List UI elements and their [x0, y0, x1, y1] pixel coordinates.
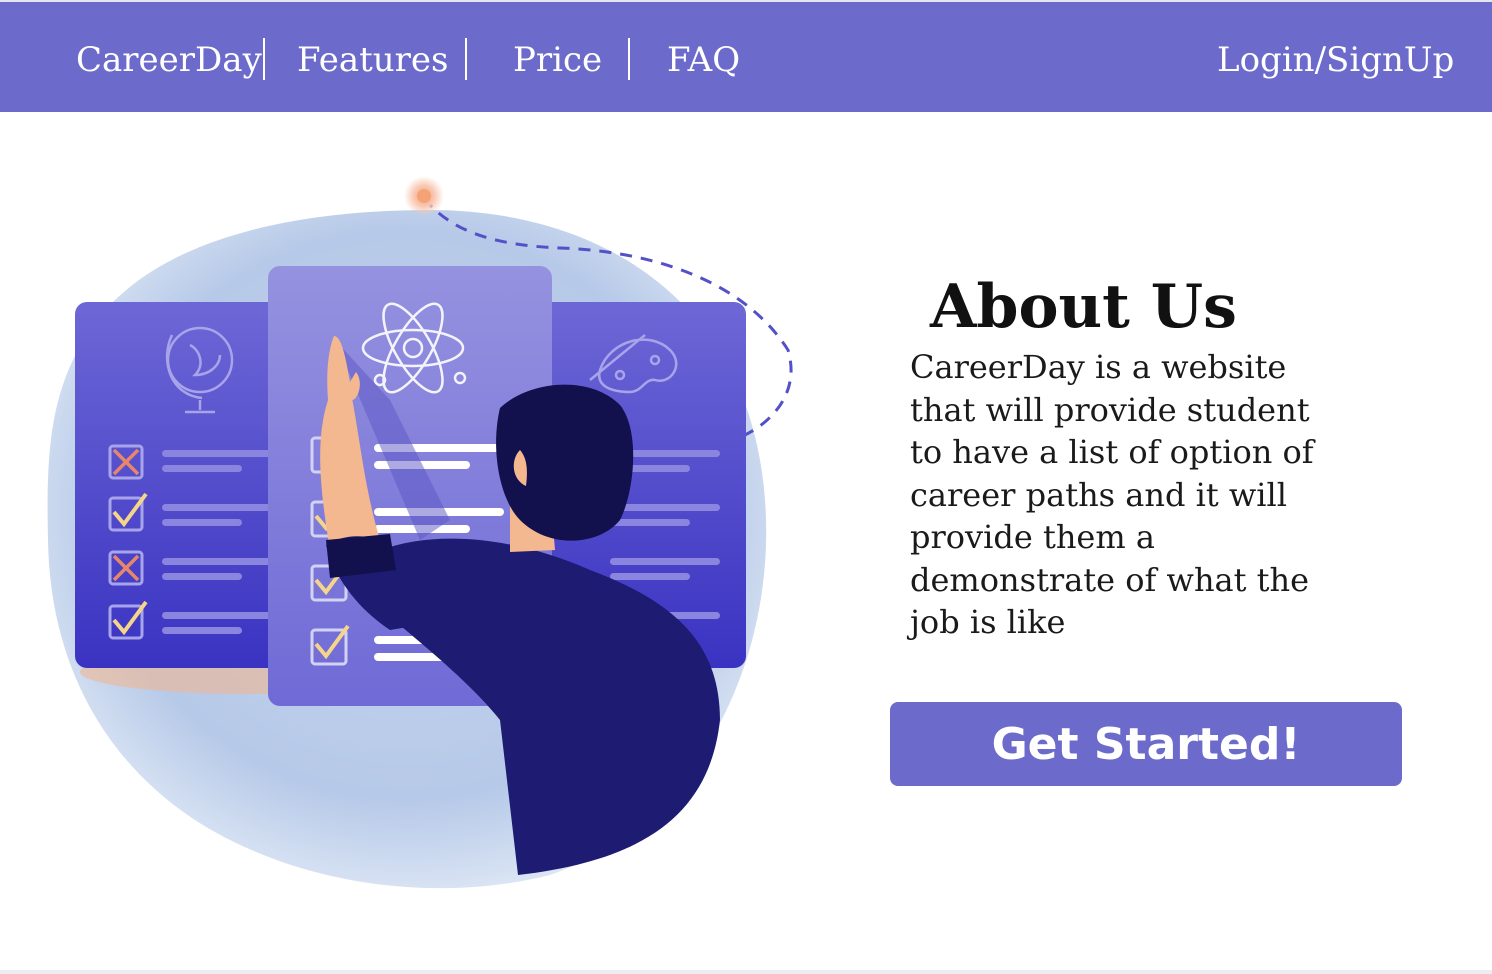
- about-description: CareerDay is a website that will provide…: [910, 348, 1314, 641]
- page-bottom-divider: [0, 970, 1492, 974]
- nav-divider: [465, 38, 467, 80]
- hero-illustration: [30, 160, 810, 900]
- brand-link[interactable]: CareerDay: [76, 40, 262, 80]
- top-navbar: CareerDay Features Price FAQ Login/SignU…: [0, 0, 1492, 112]
- nav-divider: [628, 38, 630, 80]
- nav-divider: [263, 38, 265, 80]
- nav-item-price[interactable]: Price: [513, 40, 602, 80]
- get-started-button[interactable]: Get Started!: [890, 702, 1402, 786]
- about-title: About Us: [930, 272, 1237, 343]
- nav-item-faq[interactable]: FAQ: [667, 40, 740, 80]
- nav-item-features[interactable]: Features: [297, 40, 449, 80]
- login-signup-link[interactable]: Login/SignUp: [1217, 40, 1454, 80]
